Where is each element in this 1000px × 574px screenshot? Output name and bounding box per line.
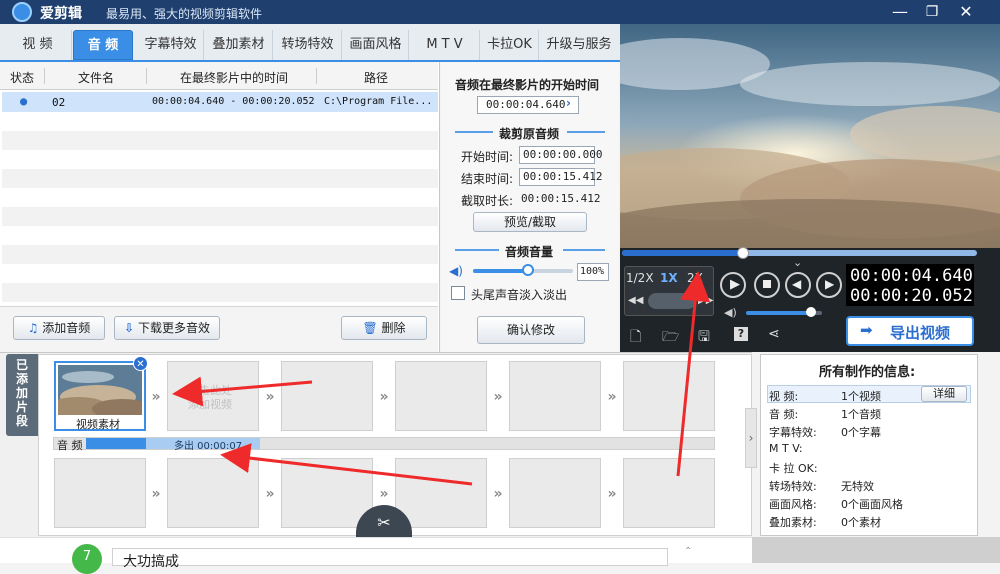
- arrow-to-speed: [676, 271, 711, 477]
- annotation-arrows: [172, 271, 711, 486]
- arrow-to-clip: [172, 376, 313, 407]
- arrow-to-audio-track: [220, 443, 473, 486]
